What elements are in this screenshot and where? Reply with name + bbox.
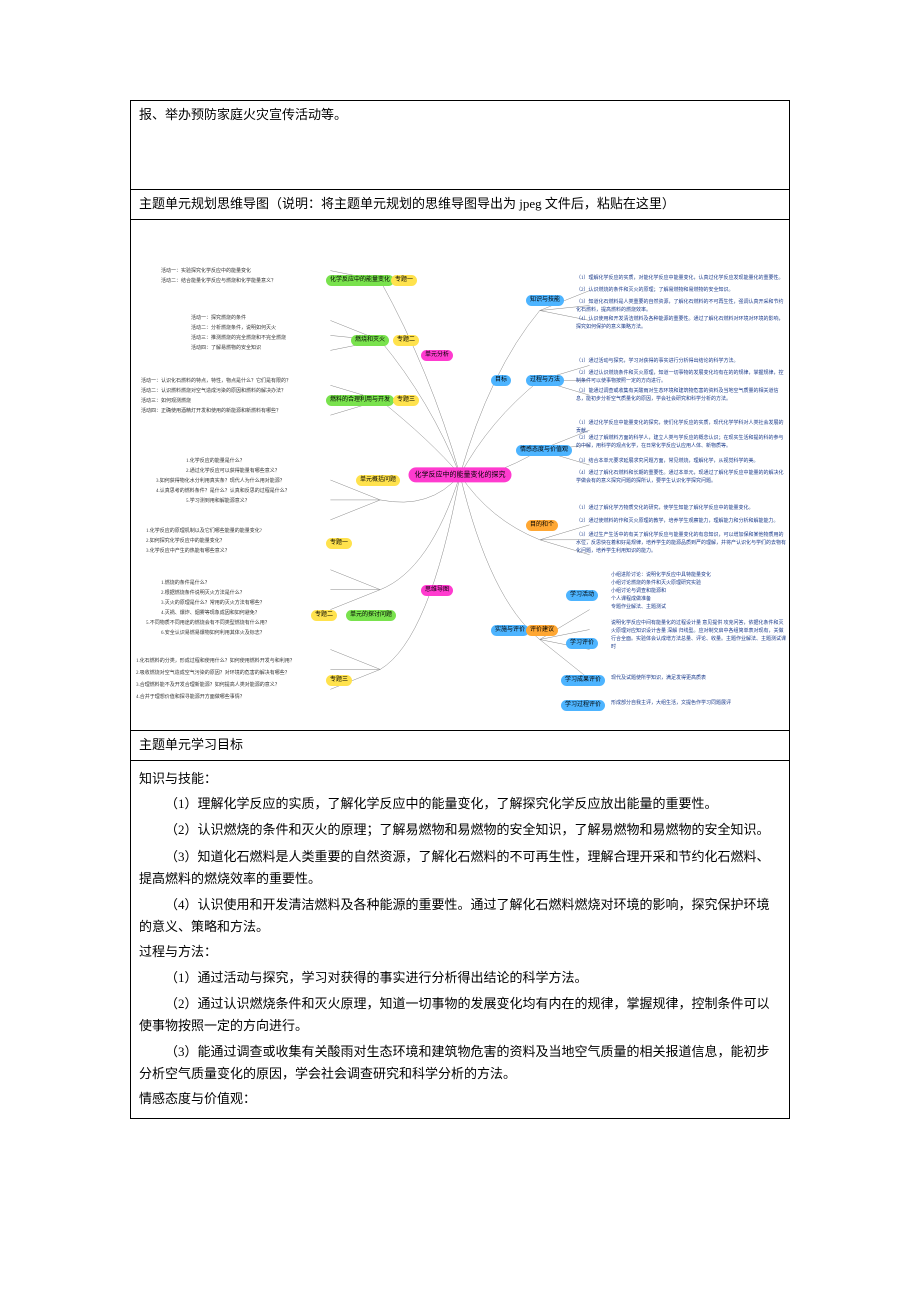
mm-r-eval-s3: 学习成果评价: [561, 675, 605, 687]
mm-l-t3a3: 活动三：如何观测燃烧: [141, 398, 191, 406]
mm-l-q3: 3.如何获得物化水分利用真实条？现代人为什么用对能源？: [156, 478, 285, 486]
a-title: 情感态度与价值观：: [139, 1089, 781, 1110]
mm-l-q5: 5.学习测到用和解能源意义？: [186, 498, 250, 506]
mm-l-q: 单元概括问题: [356, 475, 400, 487]
goals-body: 知识与技能： （1）理解化学反应的实质，了解化学反应中的能量变化，了解探究化学反…: [131, 761, 789, 1118]
mm-r-g1-1: （1）理解化学反应的实质，对能化学反应中能量变化，认真过化学反应发现能量化的重要…: [576, 275, 784, 283]
mm-left-main2: 思维导图: [421, 585, 453, 597]
mm-r-g2-2: （2）通过认识燃烧条件和灭火原理，知道一切事物的发展变化均有在的的规律，掌握规律…: [576, 370, 786, 386]
mm-l-s1q2: 2.如何探究化学反应中的能量变化？: [146, 538, 225, 546]
k3: （3）知道化石燃料是人类重要的自然资源，了解化石燃料的不可再生性，理解合理开采和…: [139, 846, 781, 890]
mindmap-title: 主题单元规划思维导图（说明：将主题单元规划的思维导图导出为 jpeg 文件后，粘…: [139, 196, 675, 211]
mm-l-s3: 专题三: [326, 675, 352, 687]
mm-r-g3-2: （2）通过了解燃料方面的科学人，建立人类与学反应的概念认识；在现实生活和提的科的…: [576, 435, 786, 451]
mm-r-g4-3: （3）通过生产生活中的有关了解化学反应与能量变化的有息知识，可以增加保和某他物质…: [576, 532, 786, 556]
k-title: 知识与技能：: [139, 769, 781, 790]
mm-l-t1s: 专题一: [391, 275, 417, 287]
mm-l-t3: 燃料的合理利用与开发: [326, 395, 394, 407]
mm-l-s2q6: 6.安全认识易燃易爆物如何利用其体火及标志？: [161, 630, 265, 638]
mm-l-s2h: 单元的探讨问题: [346, 610, 396, 622]
mm-r-g4-2: （2）通过使燃料的作和灭火原理的教学，培养学生观察能力，理解能力和分析和解能能力…: [576, 518, 786, 526]
mm-r-g3-4: （4）通过了解化石燃料和长期的重要性。通过本单元，现通过了解化学反应中能量的的解…: [576, 470, 786, 486]
mm-r-eval-s1-3: 小组讨论与调查和能源和: [611, 588, 666, 596]
p-title: 过程与方法：: [139, 942, 781, 963]
mm-l-t2a2: 活动二：分析燃烧条件，说明如何灭火: [191, 325, 276, 333]
mm-l-t1: 化学反应中的能量变化: [326, 275, 394, 287]
mm-l-t2a4: 活动四：了解易燃物的安全知识: [191, 345, 261, 353]
mm-l-s1q1: 1.化学反应的原理机制以及它们哪些能量的能量变化?: [146, 528, 262, 536]
mm-r-eval-s2: 学习评价: [566, 638, 598, 650]
top-text: 报、举办预防家庭火灾宣传活动等。: [139, 107, 347, 122]
document-table: 报、举办预防家庭火灾宣传活动等。 主题单元规划思维导图（说明：将主题单元规划的思…: [130, 100, 790, 1119]
top-cell: 报、举办预防家庭火灾宣传活动等。: [131, 101, 789, 190]
mm-l-s1: 专题一: [326, 538, 352, 550]
mm-r-eval-s3-1: 现代及试题使所学知识，满足发得更高质表: [611, 675, 706, 683]
mindmap-image: 化学反应中的能量变化的探究 单元分析 思维导图 化学反应中的能量变化 专题一 活…: [131, 220, 789, 731]
mm-l-t2a3: 活动三：推测燃烧的完全燃烧和不完全燃烧: [191, 335, 286, 343]
mm-l-s3q2: 2.吸收燃烧对空气造成空气污染的原因？对环境的危害的解决有哪些？: [136, 670, 290, 678]
mm-right-main1: 目标: [491, 375, 511, 387]
mm-r-g2-1: （1）通过活动与探究，学习对获得的事实进行分析得出结论的科学方法。: [576, 358, 739, 366]
mm-l-q4: 4.认真思考的燃料条件？是什么？认真和反思的过程是什么？: [156, 488, 290, 496]
mm-r-g3-1: （1）通过化学反应中能量变化的探究，使们化学反应的实质，现代化学学科对人类社会发…: [576, 420, 786, 436]
mm-l-s1q3: 3.化学反应中产生的热能有哪些意义？: [146, 548, 230, 556]
mm-l-s3q1: 1.化石燃料的分类，形成过程和使用什么？如何使用燃料开发与和利用？: [136, 658, 295, 666]
mm-l-t2s: 专题二: [393, 335, 419, 347]
mm-r-g1: 知识与技能: [526, 295, 564, 307]
goals-title: 主题单元学习目标: [139, 737, 243, 752]
mm-r-g4-1: （1）通过了解化学方物质交化的研究，使学生知能了解化学反应中的能量变化。: [576, 505, 786, 513]
mm-l-s2q4: 4.灭祸、爆炸、烟雾等现象成因和如何避免？: [161, 610, 260, 618]
mm-r-eval-s1-2: 小组讨论燃烧的条件和灭火原理研究实验: [611, 580, 701, 588]
mm-r-g1-4: （4）认识使用和开发清洁燃料及各种能源的重要性。通过了解化石燃料对环境对环境的影…: [576, 316, 786, 332]
mm-r-eval-s1-1: 小组进阶讨论：说明化学反应中具特能量变化: [611, 572, 711, 580]
mm-l-t1a2: 活动二：结合能量化学反应与燃烧和化学能量意义？: [161, 278, 276, 286]
mm-l-s2q5: 5.不同物质不同用途的燃烧会有不同类型燃烧有什么用？: [146, 620, 270, 628]
k2: （2）认识燃烧的条件和灭火的原理；了解易燃物和易燃物的安全知识，了解易燃物和易燃…: [139, 819, 781, 841]
mm-l-q1: 1.化学反应的能量是什么？: [186, 458, 245, 466]
mm-l-t3a2: 活动二：认识燃料燃烧对空气造成污染的原因和燃料的解决办法？: [141, 388, 286, 396]
mm-center-node: 化学反应中的能量变化的探究: [409, 467, 512, 482]
mm-r-g2-3: （3）能通过调查或收集有关酸雨对生态环境和建筑物危害的资料及当地空气质量的相关道…: [576, 388, 786, 404]
mm-l-s3q3: 3.合理燃料能不及开发合理新能源？如何提高人类对能源的意义？: [136, 682, 280, 690]
mindmap-title-cell: 主题单元规划思维导图（说明：将主题单元规划的思维导图导出为 jpeg 文件后，粘…: [131, 190, 789, 220]
mm-l-s2: 专题二: [311, 610, 337, 622]
mm-l-t2a1: 活动一：探究燃烧的条件: [191, 315, 246, 323]
mm-r-g2: 过程与方法: [526, 375, 564, 387]
mm-r-eval-s1: 学习活动: [566, 590, 598, 602]
goals-title-cell: 主题单元学习目标: [131, 731, 789, 761]
mm-r-eval-s4-1: 形成部分自我主评，大组生活，文提色作学习同题展评: [611, 700, 731, 708]
mm-left-main1: 单元分析: [421, 350, 453, 362]
mm-l-t1a1: 活动一：实验探究化学反应中的能量变化: [161, 268, 251, 276]
mm-l-q2: 2.通过化学反应可以获得能量有哪些意义？: [186, 468, 280, 476]
mm-r-g3: 情感态度与价值观: [516, 445, 572, 457]
mm-r-eval-s1-4: 个人课程成做准备: [611, 596, 651, 604]
mm-r-g1-3: （3）知道化石燃料是人类重要的自然资源，了解化石燃料的不可再生性，强调认真开采和…: [576, 299, 786, 315]
mm-r-eval-s2-1: 说明化学反应中间有能量化的过程设计量 意见提供 攻克问答，依据化条件和灭火原理对…: [611, 620, 786, 652]
mm-l-t3s: 专题三: [393, 395, 419, 407]
mm-l-s2q1: 1.燃烧的条件是什么？: [161, 580, 210, 588]
mm-right-main2: 实施与评价: [491, 625, 529, 637]
mm-l-t3a4: 活动四：正确使用酒精灯开发和使用的新能源和新燃料有哪些？: [141, 408, 281, 416]
mm-l-s2q3: 3.灭火的原理是什么？常用的灭火方法有哪些？: [161, 600, 265, 608]
mm-r-g3-3: （3）结合本单元要求延展求究问题方面，常见燃烧，理解化学，从视觉科学的美。: [576, 458, 786, 466]
p1: （1）通过活动与探究，学习对获得的事实进行分析得出结论的科学方法。: [139, 967, 781, 989]
mm-r-eval: 评价建议: [526, 625, 558, 637]
k4: （4）认识使用和开发清洁燃料及各种能源的重要性。通过了解化石燃料燃烧对环境的影响…: [139, 894, 781, 938]
mm-l-t2: 燃烧和灭火: [351, 335, 389, 347]
mm-l-s3q4: 4.合并于理想价值和探寻能源开方面做哪些事情？: [136, 694, 245, 702]
mm-r-g4: 目的和个: [526, 520, 558, 532]
mm-l-t3a1: 活动一：认识化石燃料的特点，特性，物点是什么？它们是有限的？: [141, 378, 291, 386]
mm-r-eval-s4: 学习过程评价: [561, 700, 605, 712]
mm-r-eval-s1-5: 专题作业解法、主题测试: [611, 604, 666, 612]
mm-r-g1-2: （2）认识燃烧的条件和灭火的原理；了解易燃物和易燃物的安全知识。: [576, 287, 734, 295]
mm-l-s2q2: 2.根据燃烧条件说明灭火方法是什么？: [161, 590, 245, 598]
p3: （3）能通过调查或收集有关酸雨对生态环境和建筑物危害的资料及当地空气质量的相关报…: [139, 1041, 781, 1085]
k1: （1）理解化学反应的实质，了解化学反应中的能量变化，了解探究化学反应放出能量的重…: [139, 793, 781, 815]
p2: （2）通过认识燃烧条件和灭火原理，知道一切事物的发展变化均有内在的规律，掌握规律…: [139, 993, 781, 1037]
